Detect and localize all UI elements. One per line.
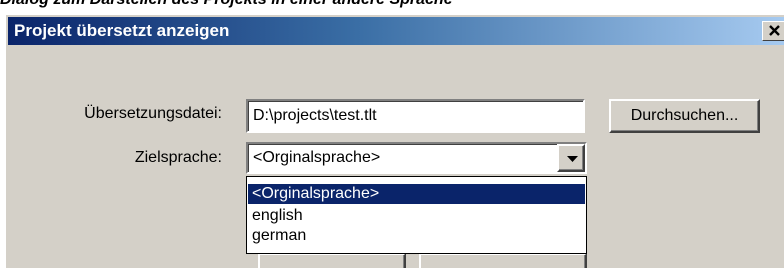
translation-file-value: D:\projects\test.tlt bbox=[253, 107, 377, 124]
dialog-title: Projekt übersetzt anzeigen bbox=[14, 21, 230, 40]
target-language-label: Zielsprache: bbox=[134, 149, 222, 166]
dropdown-option-english[interactable]: english bbox=[248, 206, 585, 226]
dialog-titlebar[interactable]: Projekt übersetzt anzeigen bbox=[8, 17, 784, 45]
translation-file-input[interactable]: D:\projects\test.tlt bbox=[246, 99, 585, 133]
screenshot: Dialog zum Darstellen des Projekts in ei… bbox=[0, 0, 784, 268]
browse-button[interactable]: Durchsuchen... bbox=[609, 99, 760, 133]
document-caption: Dialog zum Darstellen des Projekts in ei… bbox=[0, 0, 453, 9]
target-language-value: <Orginalsprache> bbox=[253, 149, 381, 166]
dropdown-arrow-button[interactable] bbox=[557, 144, 585, 172]
close-button[interactable] bbox=[762, 21, 784, 41]
close-icon bbox=[769, 25, 780, 36]
target-language-select[interactable]: <Orginalsprache> bbox=[246, 142, 587, 174]
browse-button-label: Durchsuchen... bbox=[630, 107, 739, 124]
chevron-down-icon bbox=[567, 156, 578, 162]
cancel-button[interactable] bbox=[419, 253, 587, 268]
translation-file-label: Übersetzungsdatei: bbox=[84, 105, 222, 122]
language-dropdown-list: <Orginalsprache> english german bbox=[246, 176, 587, 254]
ok-button[interactable] bbox=[258, 253, 406, 268]
dropdown-option-original[interactable]: <Orginalsprache> bbox=[248, 184, 585, 204]
translation-dialog: Projekt übersetzt anzeigen Übersetzungsd… bbox=[4, 13, 784, 268]
dropdown-option-german[interactable]: german bbox=[248, 226, 585, 246]
